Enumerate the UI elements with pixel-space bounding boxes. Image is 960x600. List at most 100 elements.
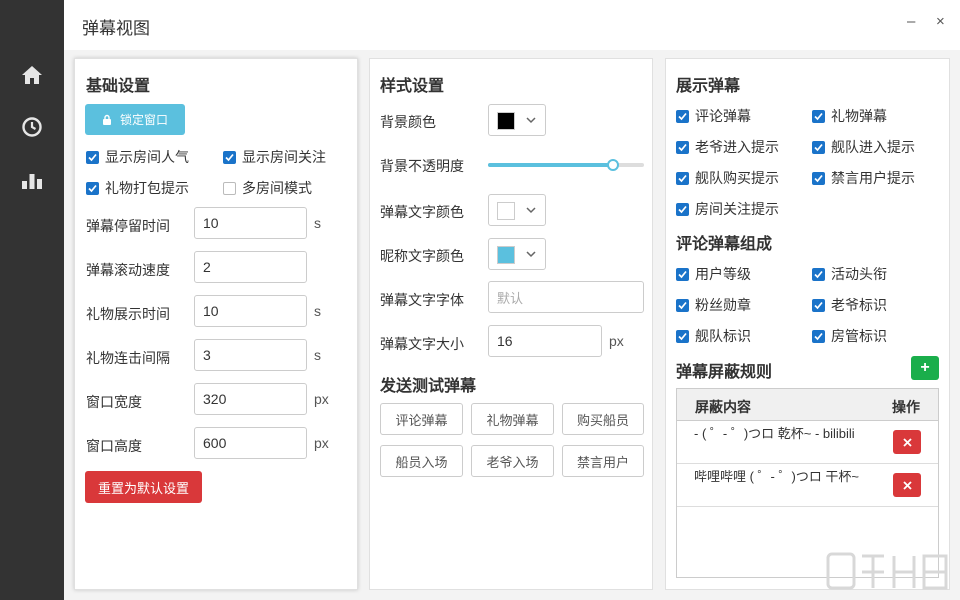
checkbox-label: 礼物弹幕 <box>831 108 887 124</box>
size-label: 弹幕文字大小 <box>380 336 464 352</box>
checkbox-checked-icon <box>812 267 825 281</box>
checkbox-checked-icon <box>86 150 99 164</box>
test-comment-button[interactable]: 评论弹幕 <box>380 403 463 435</box>
checkbox-admin-mark[interactable]: 房管标识 <box>812 326 887 346</box>
checkbox-checked-icon <box>86 181 99 195</box>
checkbox-label: 礼物打包提示 <box>105 180 189 196</box>
checkbox-label: 舰队进入提示 <box>831 139 915 155</box>
lock-window-button[interactable]: 锁定窗口 <box>85 104 185 135</box>
checkbox-vip-enter[interactable]: 老爷进入提示 <box>676 137 779 157</box>
checkbox-fleet-enter[interactable]: 舰队进入提示 <box>812 137 915 157</box>
checkbox-label: 活动头衔 <box>831 266 887 282</box>
danmaku-stay-time-input[interactable]: 10 <box>194 207 307 239</box>
font-size-input[interactable]: 16 <box>488 325 602 357</box>
checkbox-checked-icon <box>812 329 825 343</box>
checkbox-show-popularity[interactable]: 显示房间人气 <box>86 147 189 167</box>
style-settings-panel: 样式设置 背景颜色 背景不透明度 弹幕文字颜色 昵称文字颜色 弹幕文字字体 默认… <box>369 58 653 590</box>
checkbox-show-follows[interactable]: 显示房间关注 <box>223 147 326 167</box>
nav-history[interactable] <box>17 112 47 142</box>
checkbox-room-follow[interactable]: 房间关注提示 <box>676 199 779 219</box>
field-unit: s <box>314 347 321 363</box>
checkbox-label: 老爷进入提示 <box>695 139 779 155</box>
checkbox-label: 评论弹幕 <box>695 108 751 124</box>
checkbox-label: 粉丝勋章 <box>695 297 751 313</box>
test-crew-enter-button[interactable]: 船员入场 <box>380 445 463 477</box>
field-unit: px <box>609 333 624 349</box>
checkbox-checked-icon <box>812 140 825 154</box>
checkbox-gift[interactable]: 礼物弹幕 <box>812 106 887 126</box>
text-color-picker[interactable] <box>488 194 546 226</box>
field-unit: s <box>314 215 321 231</box>
font-family-input[interactable]: 默认 <box>488 281 644 313</box>
table-header-action: 操作 <box>892 399 920 415</box>
checkbox-label: 舰队标识 <box>695 328 751 344</box>
checkbox-fleet-mark[interactable]: 舰队标识 <box>676 326 751 346</box>
window-width-input[interactable]: 320 <box>194 383 307 415</box>
window-height-input[interactable]: 600 <box>194 427 307 459</box>
style-settings-title: 样式设置 <box>380 78 445 95</box>
checkbox-checked-icon <box>676 202 689 216</box>
nav-home[interactable] <box>17 60 47 90</box>
send-test-title: 发送测试弹幕 <box>380 378 477 395</box>
table-row: - ( ゜- ゜)つロ 乾杯~ - bilibili <box>677 421 938 464</box>
bg-color-picker[interactable] <box>488 104 546 136</box>
watermark-logo <box>826 552 948 590</box>
checkbox-event-title[interactable]: 活动头衔 <box>812 264 887 284</box>
checkbox-fan-medal[interactable]: 粉丝勋章 <box>676 295 751 315</box>
rule-content: 哔哩哔哩 ( ゜- ゜)つロ 干杯~ <box>694 469 860 484</box>
checkbox-checked-icon <box>676 140 689 154</box>
checkbox-checked-icon <box>812 171 825 185</box>
test-vip-enter-button[interactable]: 老爷入场 <box>471 445 554 477</box>
delete-rule-button[interactable] <box>893 473 921 497</box>
gift-combo-interval-input[interactable]: 3 <box>194 339 307 371</box>
field-label: 弹幕停留时间 <box>86 218 170 234</box>
checkbox-comment[interactable]: 评论弹幕 <box>676 106 751 126</box>
text-color-label: 弹幕文字颜色 <box>380 204 464 220</box>
window-title: 弹幕视图 <box>82 19 150 38</box>
opacity-slider-fill <box>488 163 613 167</box>
checkbox-label: 房管标识 <box>831 328 887 344</box>
chevron-down-icon <box>526 251 536 258</box>
opacity-slider-thumb[interactable] <box>606 159 619 171</box>
field-label: 窗口高度 <box>86 438 142 454</box>
table-row: 哔哩哔哩 ( ゜- ゜)つロ 干杯~ <box>677 464 938 507</box>
color-swatch <box>497 112 515 130</box>
main-area: 弹幕视图 – × 基础设置 锁定窗口 显示房间人气 显示房间关注 礼物打包提示 … <box>64 0 960 600</box>
checkbox-vip-mark[interactable]: 老爷标识 <box>812 295 887 315</box>
delete-rule-button[interactable] <box>893 430 921 454</box>
checkbox-multi-room[interactable]: 多房间模式 <box>223 178 312 198</box>
field-unit: s <box>314 303 321 319</box>
test-mute-user-button[interactable]: 禁言用户 <box>562 445 644 477</box>
checkbox-checked-icon <box>676 267 689 281</box>
close-icon <box>902 480 912 490</box>
nick-color-label: 昵称文字颜色 <box>380 248 464 264</box>
nav-stats[interactable] <box>17 166 47 196</box>
lock-icon <box>102 114 111 125</box>
checkbox-label: 多房间模式 <box>242 180 312 196</box>
checkbox-checked-icon <box>812 298 825 312</box>
home-icon <box>22 66 42 84</box>
reset-defaults-button[interactable]: 重置为默认设置 <box>85 471 202 503</box>
checkbox-checked-icon <box>676 109 689 123</box>
checkbox-label: 禁言用户提示 <box>831 170 915 186</box>
checkbox-checked-icon <box>223 150 236 164</box>
add-rule-button[interactable]: + <box>911 356 939 380</box>
test-gift-button[interactable]: 礼物弹幕 <box>471 403 554 435</box>
test-buy-crew-button[interactable]: 购买船员 <box>562 403 644 435</box>
checkbox-label: 舰队购买提示 <box>695 170 779 186</box>
sidebar <box>0 0 64 600</box>
title-bar: 弹幕视图 – × <box>64 0 960 50</box>
nick-color-picker[interactable] <box>488 238 546 270</box>
danmaku-scroll-speed-input[interactable]: 2 <box>194 251 307 283</box>
minimize-button[interactable]: – <box>907 13 915 31</box>
checkbox-gift-pack[interactable]: 礼物打包提示 <box>86 178 189 198</box>
font-label: 弹幕文字字体 <box>380 292 464 308</box>
checkbox-user-level[interactable]: 用户等级 <box>676 264 751 284</box>
chevron-down-icon <box>526 207 536 214</box>
checkbox-checked-icon <box>676 298 689 312</box>
close-button[interactable]: × <box>936 13 945 31</box>
field-label: 窗口宽度 <box>86 394 142 410</box>
checkbox-fleet-buy[interactable]: 舰队购买提示 <box>676 168 779 188</box>
gift-display-time-input[interactable]: 10 <box>194 295 307 327</box>
checkbox-mute-user[interactable]: 禁言用户提示 <box>812 168 915 188</box>
